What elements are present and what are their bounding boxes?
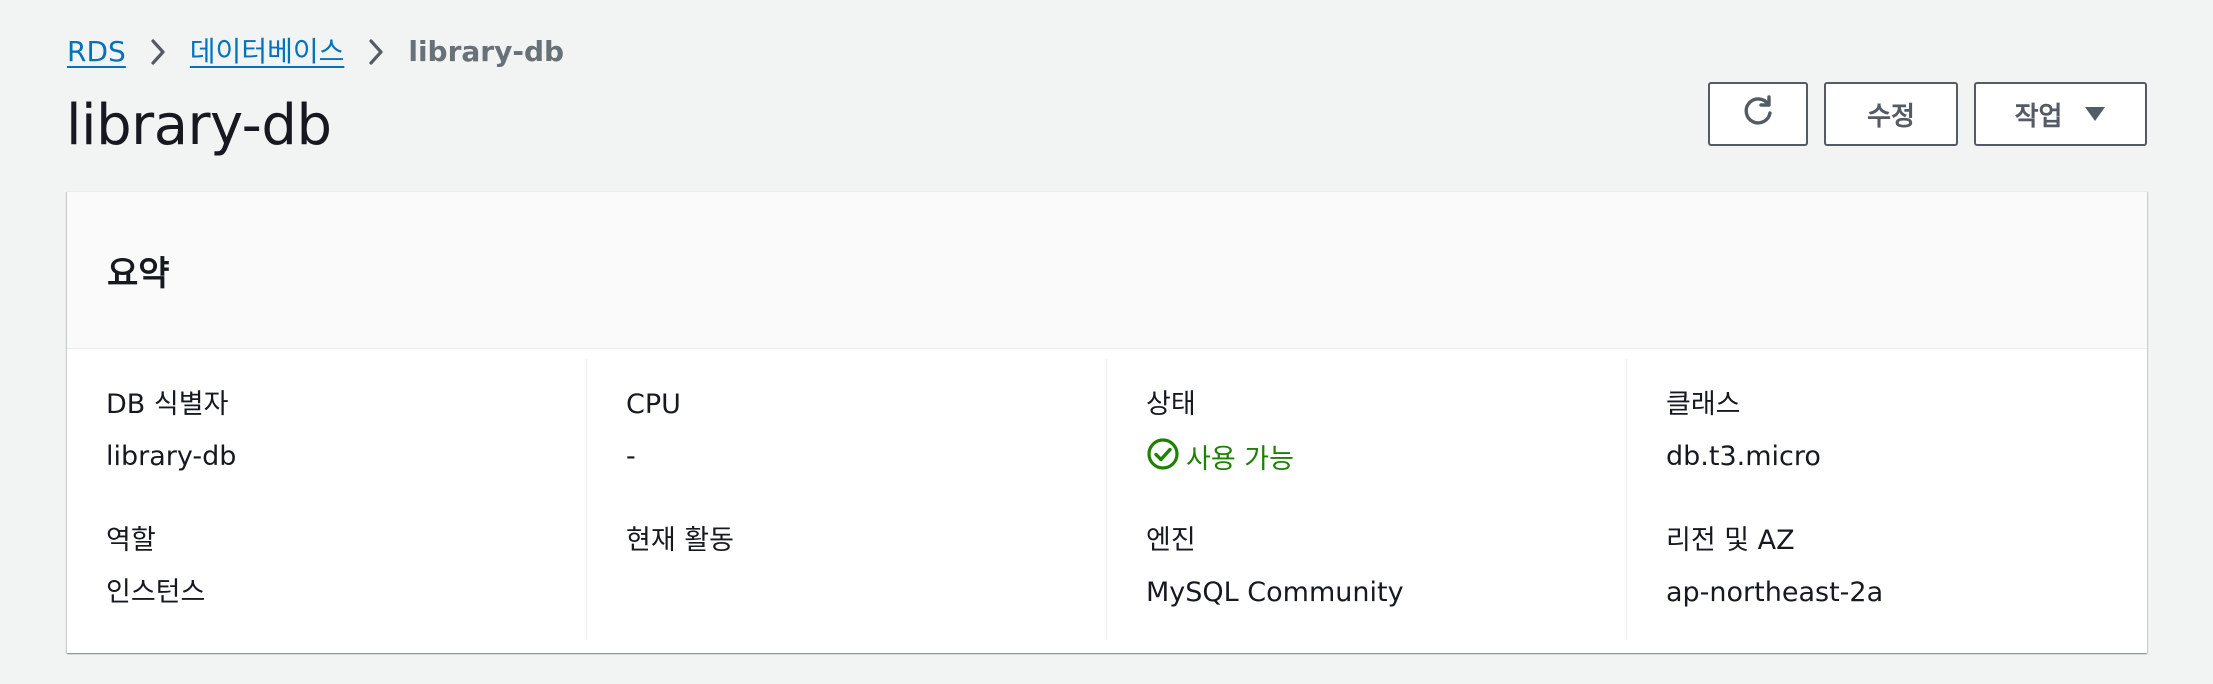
field-status: 상태 사용 가능 [1146,359,1627,495]
field-label: DB 식별자 [106,389,229,420]
field-engine: 엔진 MySQL Community [1146,495,1627,631]
check-circle-icon [1146,437,1186,483]
field-role: 역할 인스턴스 [106,495,587,631]
chevron-right-icon [126,38,190,66]
chevron-right-icon [344,38,408,66]
actions-dropdown-button[interactable]: 작업 [1974,82,2147,146]
summary-column-4: 클래스 db.t3.micro 리전 및 AZ ap-northeast-2a [1627,359,2147,654]
summary-column-2: CPU - 현재 활동 [587,359,1107,654]
breadcrumb: RDS 데이터베이스 library-db [67,32,564,72]
field-value: db.t3.micro [1666,441,1821,472]
actions-label: 작업 [2014,101,2063,132]
field-label: 현재 활동 [626,525,734,556]
refresh-button[interactable] [1708,82,1808,146]
field-region-az: 리전 및 AZ ap-northeast-2a [1666,495,2147,631]
page-title: library-db [66,93,332,158]
field-value: - [626,441,636,472]
rds-instance-page: RDS 데이터베이스 library-db library-db 수정 작업 요… [0,0,2213,684]
breadcrumb-current: library-db [408,35,565,68]
field-label: CPU [626,389,681,420]
field-current-activity: 현재 활동 [626,495,1107,631]
field-label: 역할 [106,525,156,556]
caret-down-icon [2084,99,2106,129]
field-label: 클래스 [1666,389,1741,420]
breadcrumb-link-rds[interactable]: RDS [67,32,126,72]
field-label: 엔진 [1146,525,1196,556]
field-class: 클래스 db.t3.micro [1666,359,2147,495]
field-label: 상태 [1146,389,1196,420]
field-label: 리전 및 AZ [1666,525,1795,556]
summary-column-3: 상태 사용 가능 엔진 MySQL Community [1107,359,1627,654]
header-actions: 수정 작업 [1708,82,2147,146]
breadcrumb-link-databases[interactable]: 데이터베이스 [190,32,345,72]
status-indicator: 사용 가능 [1146,437,1627,483]
field-cpu: CPU - [626,359,1107,495]
summary-grid: DB 식별자 library-db 역할 인스턴스 CPU - 현재 활동 상태… [67,349,2147,654]
field-value: ap-northeast-2a [1666,577,1884,608]
summary-column-1: DB 식별자 library-db 역할 인스턴스 [67,359,587,654]
status-text: 사용 가능 [1186,444,1294,475]
summary-panel: 요약 DB 식별자 library-db 역할 인스턴스 CPU - 현재 활동… [67,191,2147,653]
field-value: library-db [106,441,237,472]
summary-title: 요약 [107,253,170,294]
field-value: 인스턴스 [106,577,206,608]
field-db-identifier: DB 식별자 library-db [106,359,587,495]
modify-button[interactable]: 수정 [1824,82,1958,146]
summary-header: 요약 [67,192,2147,349]
field-value: MySQL Community [1146,577,1404,608]
refresh-icon [1740,93,1776,136]
